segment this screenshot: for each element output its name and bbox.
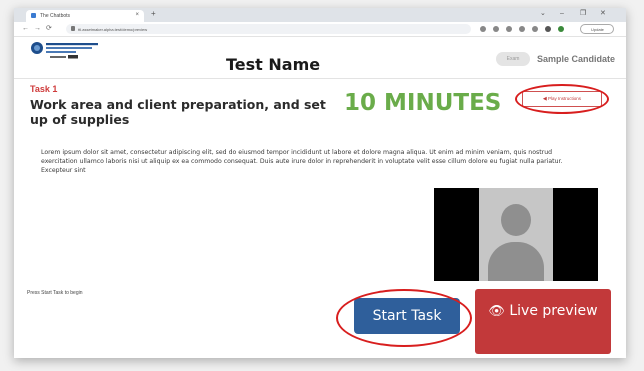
profile-icon[interactable]	[558, 26, 564, 32]
person-placeholder-icon	[501, 204, 531, 236]
tab-bar: The Chatbots × + ⌄ – ❐ ✕	[14, 8, 626, 22]
camera-preview	[434, 188, 598, 281]
person-body-shape	[488, 242, 544, 281]
url-text: ttl.assetmaker.alpha.test/demo/preview	[78, 27, 148, 32]
close-tab-icon[interactable]: ×	[135, 12, 139, 18]
maximize-icon[interactable]: ❐	[580, 10, 586, 18]
new-tab-icon[interactable]: +	[151, 10, 156, 18]
video-frame	[479, 188, 553, 281]
annotation-circle	[515, 84, 609, 114]
live-preview-button[interactable]: 👁 Live preview	[475, 289, 611, 354]
address-bar: ← → ⟳ ttl.assetmaker.alpha.test/demo/pre…	[14, 22, 626, 37]
avatar: Exam	[496, 52, 530, 66]
extension-icon[interactable]	[532, 26, 538, 32]
reload-icon[interactable]: ⟳	[46, 25, 52, 32]
browser-window: The Chatbots × + ⌄ – ❐ ✕ ← → ⟳ ttl.asset…	[14, 8, 626, 358]
back-icon[interactable]: ←	[22, 25, 29, 32]
organization-logo	[31, 42, 98, 59]
forward-icon[interactable]: →	[34, 25, 41, 32]
task-number: Task 1	[30, 84, 58, 94]
tab-title: The Chatbots	[40, 13, 71, 19]
url-field[interactable]: ttl.assetmaker.alpha.test/demo/preview	[66, 24, 471, 34]
extension-icon[interactable]	[506, 26, 512, 32]
minimize-icon[interactable]: –	[560, 10, 564, 18]
extension-icon[interactable]	[519, 26, 525, 32]
task-duration: 10 MINUTES	[344, 90, 502, 116]
tab-search-icon[interactable]: ⌄	[540, 10, 546, 18]
annotation-circle	[336, 289, 472, 347]
extensions-puzzle-icon[interactable]	[545, 26, 551, 32]
header-divider	[14, 78, 626, 79]
task-title: Work area and client preparation, and se…	[30, 97, 326, 127]
live-preview-label: Live preview	[509, 303, 598, 319]
favicon-icon	[31, 13, 36, 18]
update-button[interactable]: Update	[580, 24, 614, 34]
extension-icon[interactable]	[480, 26, 486, 32]
candidate-name: Sample Candidate	[537, 54, 616, 64]
close-window-icon[interactable]: ✕	[600, 10, 606, 18]
task-description: Lorem ipsum dolor sit amet, consectetur …	[41, 149, 563, 174]
lock-icon	[71, 26, 75, 31]
page-title: Test Name	[226, 55, 321, 74]
start-hint: Press Start Task to begin	[27, 290, 83, 296]
eye-icon: 👁	[488, 304, 505, 319]
extension-icon[interactable]	[493, 26, 499, 32]
browser-tab[interactable]: The Chatbots ×	[26, 10, 144, 22]
